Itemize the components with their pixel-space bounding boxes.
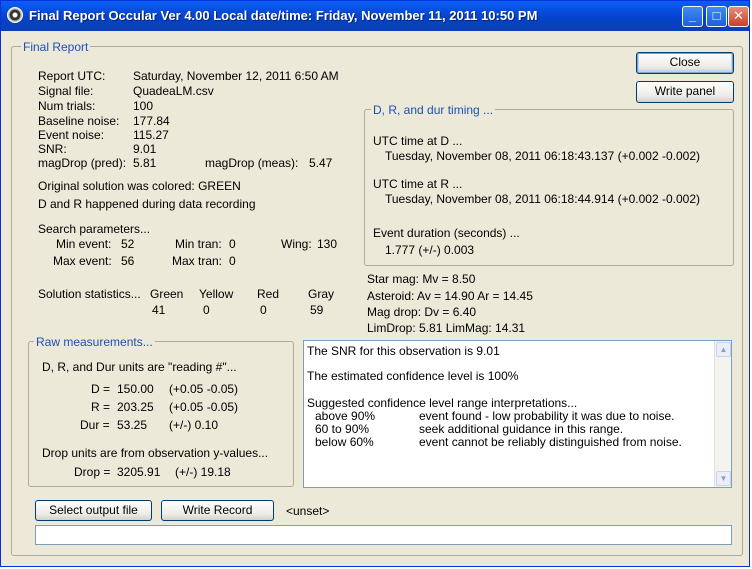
stat-yellow-header: Yellow [199, 287, 234, 301]
output-file-field[interactable] [35, 525, 732, 545]
title-bar[interactable]: Final Report Occular Ver 4.00 Local date… [1, 1, 749, 31]
memo-range-mid: 60 to 90% [315, 422, 370, 436]
signal-file-value: QuadeaLM.csv [133, 84, 214, 98]
raw-r-error: (+0.05 -0.05) [169, 400, 239, 414]
drop-label: Drop = [74, 465, 111, 479]
stat-yellow-count: 0 [203, 303, 210, 317]
magdrop-meas-label: magDrop (meas): [205, 156, 299, 170]
drop-error: (+/-) 19.18 [175, 465, 231, 479]
wing-label: Wing: [281, 237, 312, 251]
limits-text: LimDrop: 5.81 LimMag: 14.31 [367, 321, 526, 335]
raw-measurements-legend: Raw measurements... [34, 335, 155, 349]
asteroid-mag-text: Asteroid: Av = 14.90 Ar = 14.45 [367, 289, 533, 303]
event-noise-label: Event noise: [38, 128, 105, 142]
raw-dur-value: 53.25 [117, 418, 148, 432]
max-tran-value: 0 [229, 254, 236, 268]
stat-gray-count: 59 [310, 303, 324, 317]
event-duration-value: 1.777 (+/-) 0.003 [385, 243, 475, 257]
min-event-value: 52 [121, 237, 135, 251]
timing-legend: D, R, and dur timing ... [371, 103, 496, 117]
dr-recording-text: D and R happened during data recording [38, 197, 256, 211]
utc-r-label: UTC time at R ... [373, 177, 463, 191]
baseline-noise-value: 177.84 [133, 114, 170, 128]
colored-solution-text: Original solution was colored: GREEN [38, 179, 241, 193]
occular-app-icon[interactable] [7, 7, 23, 23]
drop-units-text: Drop units are from observation y-values… [42, 446, 269, 460]
raw-d-value: 150.00 [117, 382, 154, 396]
report-utc-value: Saturday, November 12, 2011 6:50 AM [133, 69, 339, 83]
raw-units-text: D, R, and Dur units are "reading #"... [42, 360, 237, 374]
signal-file-label: Signal file: [38, 84, 94, 98]
memo-scrollbar[interactable]: ▲ ▼ [714, 341, 731, 487]
final-report-legend: Final Report [21, 40, 91, 54]
min-tran-value: 0 [229, 237, 236, 251]
max-event-label: Max event: [53, 254, 112, 268]
event-noise-value: 115.27 [133, 128, 169, 142]
stat-gray-header: Gray [308, 287, 335, 301]
snr-value: 9.01 [133, 142, 157, 156]
memo-range-above: above 90% [315, 409, 376, 423]
memo-snr-line: The SNR for this observation is 9.01 [307, 344, 500, 358]
snr-label: SNR: [38, 142, 67, 156]
stat-red-header: Red [257, 287, 280, 301]
raw-r-label: R = [91, 400, 111, 414]
memo-range-above-meaning: event found - low probability it was due… [419, 409, 675, 423]
final-report-window: Final Report Occular Ver 4.00 Local date… [0, 0, 750, 567]
stat-green-count: 41 [152, 303, 166, 317]
raw-d-error: (+0.05 -0.05) [169, 382, 239, 396]
memo-confidence-line: The estimated confidence level is 100% [307, 369, 519, 383]
magdrop-pred-value: 5.81 [133, 156, 157, 170]
utc-r-value: Tuesday, November 08, 2011 06:18:44.914 … [385, 192, 700, 206]
event-duration-label: Event duration (seconds) ... [373, 226, 520, 240]
report-utc-label: Report UTC: [38, 69, 106, 83]
num-trials-value: 100 [133, 99, 154, 113]
memo-range-below: below 60% [315, 435, 374, 449]
magdrop-meas-value: 5.47 [309, 156, 333, 170]
solution-statistics-label: Solution statistics... [38, 287, 141, 301]
raw-dur-error: (+/-) 0.10 [169, 418, 219, 432]
baseline-noise-label: Baseline noise: [38, 114, 120, 128]
search-parameters-title: Search parameters... [38, 222, 151, 236]
scroll-down-icon[interactable]: ▼ [716, 471, 731, 486]
close-button[interactable]: Close [636, 52, 734, 74]
scroll-up-icon[interactable]: ▲ [716, 342, 731, 357]
magdrop-pred-label: magDrop (pred): [38, 156, 127, 170]
stat-red-count: 0 [260, 303, 267, 317]
window-close-button[interactable]: ✕ [728, 6, 749, 27]
raw-r-value: 203.25 [117, 400, 154, 414]
max-tran-label: Max tran: [172, 254, 223, 268]
memo-range-mid-meaning: seek additional guidance in this range. [419, 422, 624, 436]
min-event-label: Min event: [56, 237, 112, 251]
wing-value: 130 [317, 237, 338, 251]
maximize-button[interactable]: □ [706, 6, 727, 27]
mag-drop-text: Mag drop: Dv = 6.40 [367, 305, 477, 319]
select-output-file-button[interactable]: Select output file [35, 500, 152, 521]
raw-d-label: D = [91, 382, 111, 396]
output-file-status: <unset> [286, 504, 330, 518]
memo-range-below-meaning: event cannot be reliably distinguished f… [419, 435, 682, 449]
raw-dur-label: Dur = [80, 418, 110, 432]
drop-value: 3205.91 [117, 465, 161, 479]
write-panel-button[interactable]: Write panel [636, 81, 734, 103]
utc-d-label: UTC time at D ... [373, 134, 463, 148]
max-event-value: 56 [121, 254, 135, 268]
minimize-button[interactable]: _ [682, 6, 703, 27]
stat-green-header: Green [150, 287, 184, 301]
num-trials-label: Num trials: [38, 99, 96, 113]
star-mag-text: Star mag: Mv = 8.50 [367, 272, 476, 286]
utc-d-value: Tuesday, November 08, 2011 06:18:43.137 … [385, 149, 700, 163]
min-tran-label: Min tran: [175, 237, 222, 251]
confidence-memo[interactable]: The SNR for this observation is 9.01 The… [303, 340, 732, 488]
window-title: Final Report Occular Ver 4.00 Local date… [29, 8, 538, 23]
memo-interpretations-title: Suggested confidence level range interpr… [307, 396, 578, 410]
write-record-button[interactable]: Write Record [161, 500, 274, 521]
